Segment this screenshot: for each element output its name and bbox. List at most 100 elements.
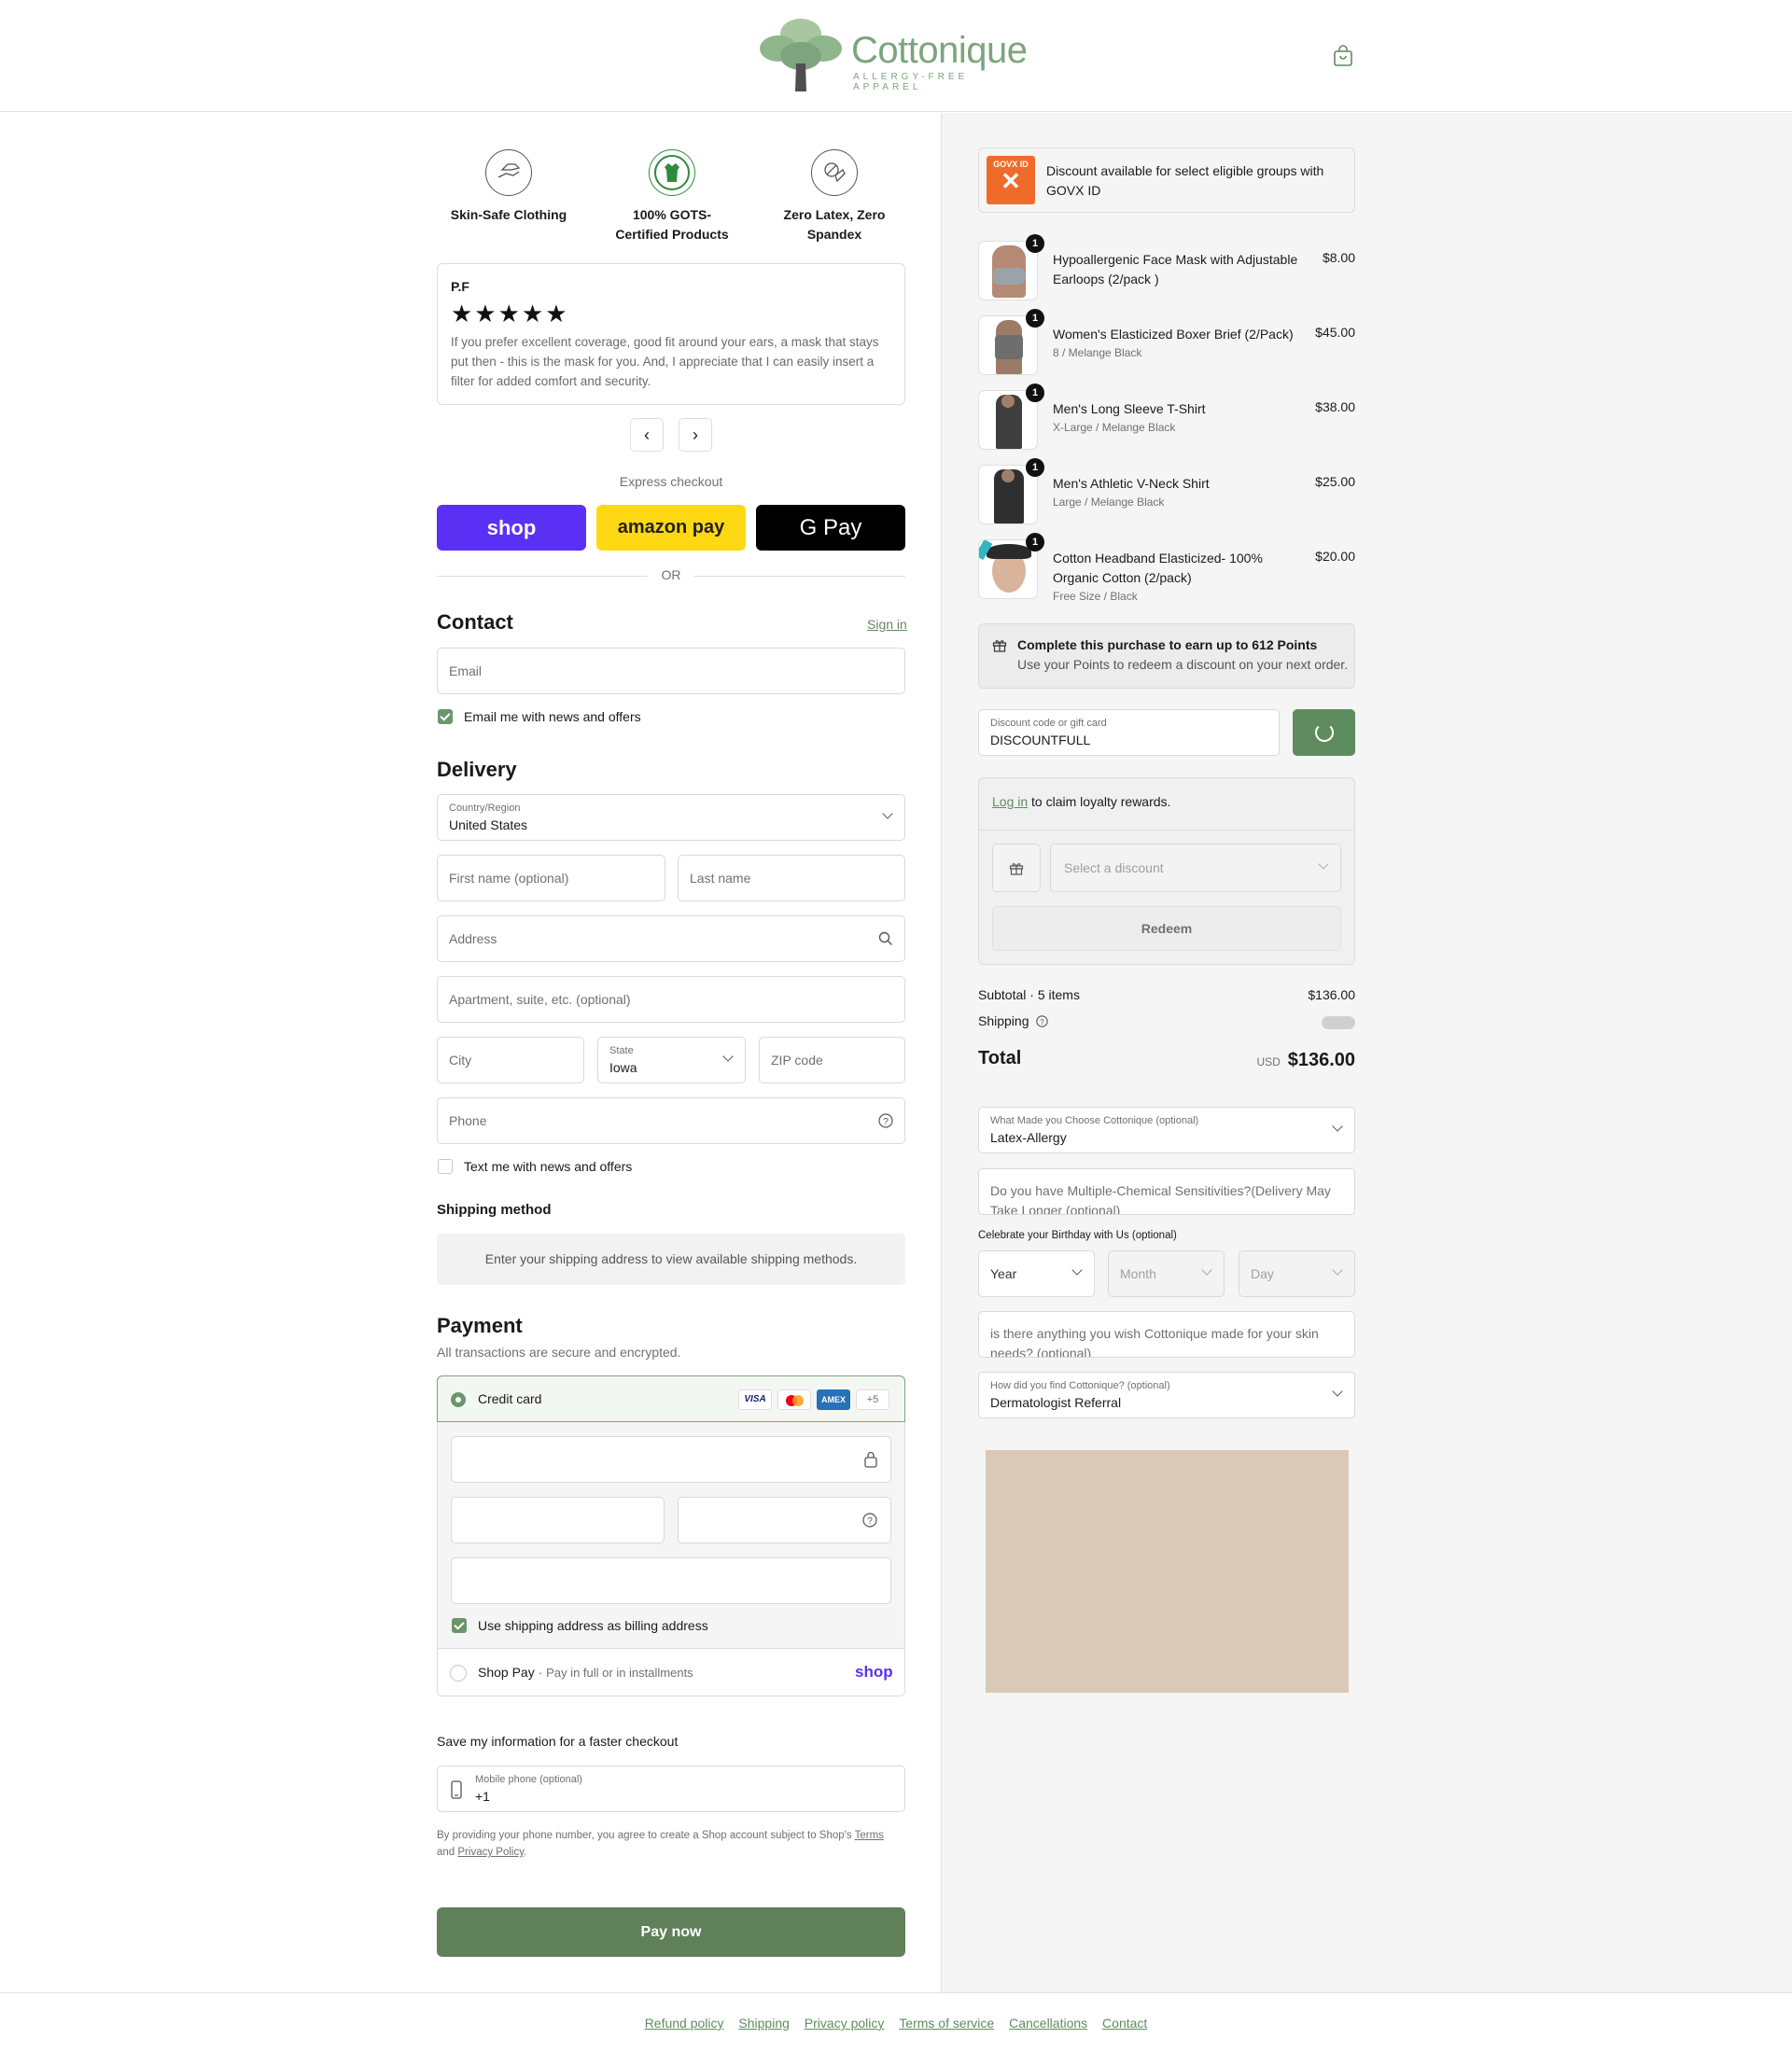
mastercard-icon xyxy=(777,1389,811,1410)
state-select[interactable]: State Iowa xyxy=(597,1037,746,1083)
divider xyxy=(979,830,1354,831)
quantity-badge: 1 xyxy=(1026,309,1044,328)
review-next-button[interactable]: › xyxy=(679,418,712,452)
discount-code-field[interactable]: Discount code or gift card DISCOUNTFULL xyxy=(978,709,1280,756)
amex-icon: AMEX xyxy=(817,1389,850,1410)
cart-item: 1 Women's Elasticized Boxer Brief (2/Pac… xyxy=(978,309,1355,375)
item-variant: 8 / Melange Black xyxy=(1053,346,1142,359)
quantity-badge: 1 xyxy=(1026,458,1044,477)
phone-field[interactable]: Phone ? xyxy=(437,1097,905,1144)
quantity-badge: 1 xyxy=(1026,234,1044,253)
birth-month-placeholder: Month xyxy=(1120,1266,1156,1281)
shopping-bag-icon[interactable] xyxy=(1333,45,1353,67)
pay-now-button[interactable]: Pay now xyxy=(437,1907,905,1957)
chevron-down-icon xyxy=(1332,1264,1343,1276)
find-source-select[interactable]: How did you find Cottonique? (optional) … xyxy=(978,1372,1355,1418)
choose-reason-label: What Made you Choose Cottonique (optiona… xyxy=(990,1115,1199,1126)
state-value: Iowa xyxy=(609,1060,637,1075)
select-discount-dropdown[interactable]: Select a discount xyxy=(1050,844,1341,892)
choose-reason-value: Latex-Allergy xyxy=(990,1130,1067,1145)
text-news-checkbox[interactable] xyxy=(438,1159,453,1174)
mobile-phone-icon xyxy=(451,1780,462,1799)
first-name-field[interactable]: First name (optional) xyxy=(437,855,665,901)
shop-pay-option[interactable]: Shop Pay · Pay in full or in installment… xyxy=(478,1665,693,1680)
security-code-field[interactable]: ? xyxy=(678,1497,891,1543)
birth-month-select[interactable]: Month xyxy=(1108,1250,1225,1297)
svg-text:?: ? xyxy=(883,1117,889,1127)
amazon-pay-button[interactable]: amazon pay xyxy=(596,505,746,551)
badge-label: Zero Latex, Zero Spandex xyxy=(783,207,886,242)
shipping-row: Shipping ? xyxy=(978,1013,1355,1029)
loyalty-panel: Log in to claim loyalty rewards. Select … xyxy=(978,777,1355,965)
chevron-down-icon xyxy=(1332,1386,1343,1397)
privacy-link[interactable]: Privacy Policy xyxy=(457,1847,524,1858)
shipping-link[interactable]: Shipping xyxy=(738,2016,790,2031)
mcs-placeholder: Do you have Multiple-Chemical Sensitivit… xyxy=(990,1183,1331,1215)
discount-label: Discount code or gift card xyxy=(990,718,1107,729)
country-select[interactable]: Country/Region United States xyxy=(437,794,905,841)
legal-text: By providing your phone number, you agre… xyxy=(437,1830,852,1841)
choose-reason-select[interactable]: What Made you Choose Cottonique (optiona… xyxy=(978,1107,1355,1153)
contact-link[interactable]: Contact xyxy=(1102,2016,1147,2031)
zip-field[interactable]: ZIP code xyxy=(759,1037,905,1083)
total-row: Total USD $136.00 xyxy=(978,1048,1355,1076)
terms-of-service-link[interactable]: Terms of service xyxy=(899,2016,994,2031)
mobile-phone-value: +1 xyxy=(475,1789,490,1804)
address-field[interactable]: Address xyxy=(437,915,905,962)
save-info-heading: Save my information for a faster checkou… xyxy=(437,1734,679,1749)
apartment-field[interactable]: Apartment, suite, etc. (optional) xyxy=(437,976,905,1023)
sign-in-link[interactable]: Sign in xyxy=(867,617,907,632)
email-field[interactable]: Email xyxy=(437,648,905,694)
apply-discount-button[interactable] xyxy=(1293,709,1355,756)
last-name-field[interactable]: Last name xyxy=(678,855,905,901)
help-icon[interactable]: ? xyxy=(1036,1015,1049,1027)
shop-pay-button[interactable]: shop xyxy=(437,505,586,551)
email-news-checkbox[interactable] xyxy=(438,709,453,724)
item-variant: Free Size / Black xyxy=(1053,590,1138,603)
country-value: United States xyxy=(449,817,528,832)
total-label: Total xyxy=(978,1048,1022,1068)
brand-logo[interactable]: Cottonique ALLERGY-FREE APPAREL xyxy=(754,17,1034,95)
shop-pay-description: Pay in full or in installments xyxy=(546,1666,693,1680)
credit-card-option[interactable]: Credit card VISA AMEX +5 xyxy=(437,1375,905,1422)
review-prev-button[interactable]: ‹ xyxy=(630,418,664,452)
credit-card-radio[interactable] xyxy=(451,1392,466,1407)
review-card: P.F ★★★★★ If you prefer excellent covera… xyxy=(437,263,905,405)
subtotal-label: Subtotal · 5 items xyxy=(978,987,1080,1002)
shop-pay-radio[interactable] xyxy=(450,1665,467,1682)
subtotal-value: $136.00 xyxy=(1308,987,1355,1002)
redeem-button[interactable]: Redeem xyxy=(992,906,1341,951)
govx-discount-banner[interactable]: GOVX ID ✕ Discount available for select … xyxy=(978,147,1355,213)
name-on-card-field[interactable] xyxy=(451,1557,891,1604)
mobile-phone-field[interactable]: Mobile phone (optional) +1 xyxy=(437,1766,905,1812)
google-pay-button[interactable]: G Pay xyxy=(756,505,905,551)
city-field[interactable]: City xyxy=(437,1037,584,1083)
divider xyxy=(437,576,648,577)
cancellations-link[interactable]: Cancellations xyxy=(1009,2016,1087,2031)
expiration-field[interactable] xyxy=(451,1497,665,1543)
wish-field[interactable]: is there anything you wish Cottonique ma… xyxy=(978,1311,1355,1358)
divider xyxy=(438,1648,904,1649)
shop-legal-text: By providing your phone number, you agre… xyxy=(437,1827,905,1861)
help-icon[interactable]: ? xyxy=(878,1113,893,1128)
item-price: $38.00 xyxy=(1315,399,1355,414)
refund-policy-link[interactable]: Refund policy xyxy=(645,2016,724,2031)
privacy-policy-link[interactable]: Privacy policy xyxy=(805,2016,885,2031)
wish-placeholder: is there anything you wish Cottonique ma… xyxy=(990,1326,1319,1358)
birth-day-select[interactable]: Day xyxy=(1239,1250,1355,1297)
state-label: State xyxy=(609,1045,634,1056)
mcs-field[interactable]: Do you have Multiple-Chemical Sensitivit… xyxy=(978,1168,1355,1215)
card-number-field[interactable] xyxy=(451,1436,891,1483)
help-icon[interactable]: ? xyxy=(862,1513,877,1528)
birthday-label: Celebrate your Birthday with Us (optiona… xyxy=(978,1230,1177,1241)
legal-and: and xyxy=(437,1847,455,1858)
birth-year-select[interactable]: Year xyxy=(978,1250,1095,1297)
loyalty-login-link[interactable]: Log in xyxy=(992,794,1028,809)
terms-link[interactable]: Terms xyxy=(855,1830,884,1841)
contact-heading: Contact xyxy=(437,610,513,634)
legal-period: . xyxy=(524,1847,527,1858)
item-title: Cotton Headband Elasticized- 100% Organi… xyxy=(1053,551,1263,585)
shipping-label: Shipping xyxy=(978,1013,1029,1028)
no-latex-icon xyxy=(811,149,858,196)
billing-same-checkbox[interactable] xyxy=(452,1618,467,1633)
